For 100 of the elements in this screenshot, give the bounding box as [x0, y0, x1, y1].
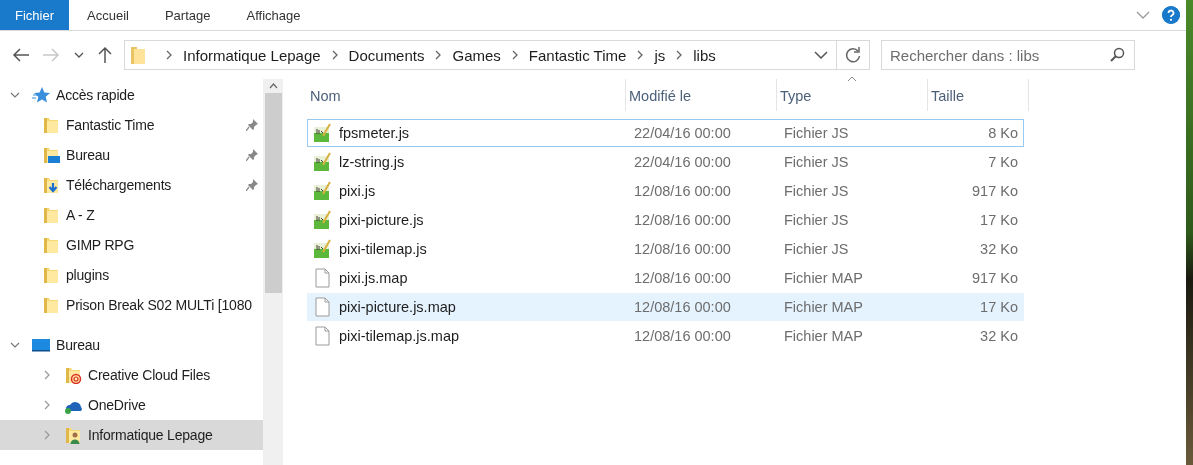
breadcrumb[interactable]: Games [452, 46, 501, 64]
swirl-folder-icon [64, 366, 82, 384]
file-row[interactable]: pixi-tilemap.js 12/08/16 00:00 Fichier JS 32 Ko [307, 235, 1024, 263]
file-row[interactable]: fpsmeter.js 22/04/16 00:00 Fichier JS 8 Ko [307, 119, 1024, 147]
breadcrumb[interactable]: Documents [348, 46, 425, 64]
folder-icon [131, 46, 145, 64]
nav-label: plugins [66, 267, 109, 283]
recent-locations-icon[interactable] [74, 51, 84, 59]
file-row[interactable]: pixi.js.map 12/08/16 00:00 Fichier MAP 917 Ko [307, 264, 1024, 292]
column-header[interactable]: Type [777, 79, 928, 111]
nav-label: Informatique Lepage [88, 427, 213, 443]
expand-chevron-icon[interactable] [42, 370, 52, 380]
script-file-icon [313, 181, 331, 201]
file-type: Fichier JS [784, 183, 850, 199]
ribbon-tab[interactable]: Fichier [0, 0, 69, 30]
nav-item[interactable]: Creative Cloud Files [0, 360, 263, 390]
chevron-icon [165, 50, 173, 60]
nav-item[interactable]: Téléchargements [0, 170, 263, 200]
file-row[interactable]: pixi-picture.js 12/08/16 00:00 Fichier JS 17 Ko [307, 206, 1024, 234]
file-type: Fichier MAP [784, 299, 864, 315]
file-size: 32 Ko [979, 328, 1018, 344]
file-icon [313, 297, 331, 317]
modified-date: 22/04/16 00:00 [634, 125, 732, 141]
file-size: 917 Ko [971, 183, 1018, 199]
refresh-icon[interactable] [844, 46, 862, 64]
file-row[interactable]: pixi-tilemap.js.map 12/08/16 00:00 Fichier MAP 32 Ko [307, 322, 1024, 350]
file-type: Fichier MAP [784, 328, 864, 344]
folder-icon [42, 116, 60, 134]
collapse-chevron-icon[interactable] [10, 340, 20, 350]
scrollbar-thumb[interactable] [264, 93, 282, 293]
nav-label: Creative Cloud Files [88, 367, 211, 383]
modified-date: 12/08/16 00:00 [634, 328, 732, 344]
breadcrumb[interactable]: js [654, 46, 666, 64]
desktop-folder-icon [42, 146, 60, 164]
column-header[interactable]: Taille [928, 79, 1029, 111]
chevron-icon [675, 50, 684, 60]
scroll-up-icon[interactable] [268, 83, 278, 89]
folder-icon [42, 296, 60, 314]
file-icon [313, 326, 331, 346]
modified-date: 12/08/16 00:00 [634, 212, 732, 228]
script-file-icon [313, 123, 331, 143]
search-icon[interactable] [1110, 47, 1125, 62]
file-name: lz-string.js [339, 154, 406, 170]
search-field[interactable]: Rechercher dans : libs [881, 40, 1135, 70]
nav-item[interactable]: Bureau [0, 330, 263, 360]
expand-chevron-icon[interactable] [42, 400, 52, 410]
breadcrumb[interactable]: libs [693, 46, 716, 64]
collapse-chevron-icon[interactable] [10, 90, 20, 100]
file-type: Fichier JS [784, 212, 850, 228]
up-arrow-icon[interactable] [96, 46, 114, 64]
file-type: Fichier JS [784, 125, 850, 141]
file-size: 917 Ko [971, 270, 1018, 286]
file-row[interactable]: pixi.js 12/08/16 00:00 Fichier JS 917 Ko [307, 177, 1024, 205]
back-arrow-icon[interactable] [12, 46, 30, 64]
file-type: Fichier MAP [784, 270, 864, 286]
nav-label: Fantastic Time [66, 117, 155, 133]
nav-label: Téléchargements [66, 177, 172, 193]
address-bar[interactable]: Informatique Lepage Documents Games Fantastic Time js libs [124, 40, 870, 70]
script-file-icon [313, 152, 331, 172]
column-header[interactable]: Nom [307, 79, 626, 111]
file-icon [313, 268, 331, 288]
file-name: pixi-picture.js [339, 212, 425, 228]
file-row[interactable]: pixi-picture.js.map 12/08/16 00:00 Fichier MAP 17 Ko [307, 293, 1024, 321]
modified-date: 12/08/16 00:00 [634, 299, 732, 315]
expand-ribbon-icon[interactable] [1136, 11, 1150, 19]
file-size: 17 Ko [979, 299, 1018, 315]
dropdown-icon[interactable] [814, 51, 828, 59]
nav-label: A - Z [66, 207, 95, 223]
file-name: pixi-picture.js.map [339, 299, 457, 315]
nav-item[interactable]: plugins [0, 260, 263, 290]
modified-date: 22/04/16 00:00 [634, 154, 732, 170]
chevron-icon [330, 50, 339, 60]
nav-item[interactable]: Fantastic Time [0, 110, 263, 140]
file-row[interactable]: lz-string.js 22/04/16 00:00 Fichier JS 7 Ko [307, 148, 1024, 176]
nav-label: GIMP RPG [66, 237, 135, 253]
star-icon [32, 86, 50, 104]
breadcrumb[interactable]: Informatique Lepage [183, 46, 321, 64]
file-size: 8 Ko [987, 125, 1018, 141]
nav-label: Accès rapide [56, 87, 135, 103]
nav-label: OneDrive [88, 397, 146, 413]
nav-item[interactable]: A - Z [0, 200, 263, 230]
file-size: 7 Ko [987, 154, 1018, 170]
ribbon-tab[interactable]: Partage [146, 0, 229, 30]
breadcrumb[interactable]: Fantastic Time [528, 46, 627, 64]
ribbon-tab[interactable]: Affichage [228, 0, 319, 30]
script-file-icon [313, 239, 331, 259]
nav-item[interactable]: OneDrive [0, 390, 263, 420]
help-icon[interactable] [1162, 6, 1180, 24]
nav-label: Bureau [66, 147, 110, 163]
nav-item[interactable]: Bureau [0, 140, 263, 170]
nav-item[interactable]: GIMP RPG [0, 230, 263, 260]
ribbon-tab[interactable]: Accueil [69, 0, 147, 30]
folder-icon [42, 266, 60, 284]
nav-item[interactable]: Prison Break S02 MULTi [1080 [0, 290, 263, 320]
folder-icon [42, 236, 60, 254]
file-name: pixi-tilemap.js [339, 241, 428, 257]
nav-item[interactable]: Informatique Lepage [0, 420, 263, 450]
folder-icon [42, 206, 60, 224]
column-header[interactable]: Modifié le [626, 79, 777, 111]
nav-item[interactable]: Accès rapide [0, 80, 263, 110]
